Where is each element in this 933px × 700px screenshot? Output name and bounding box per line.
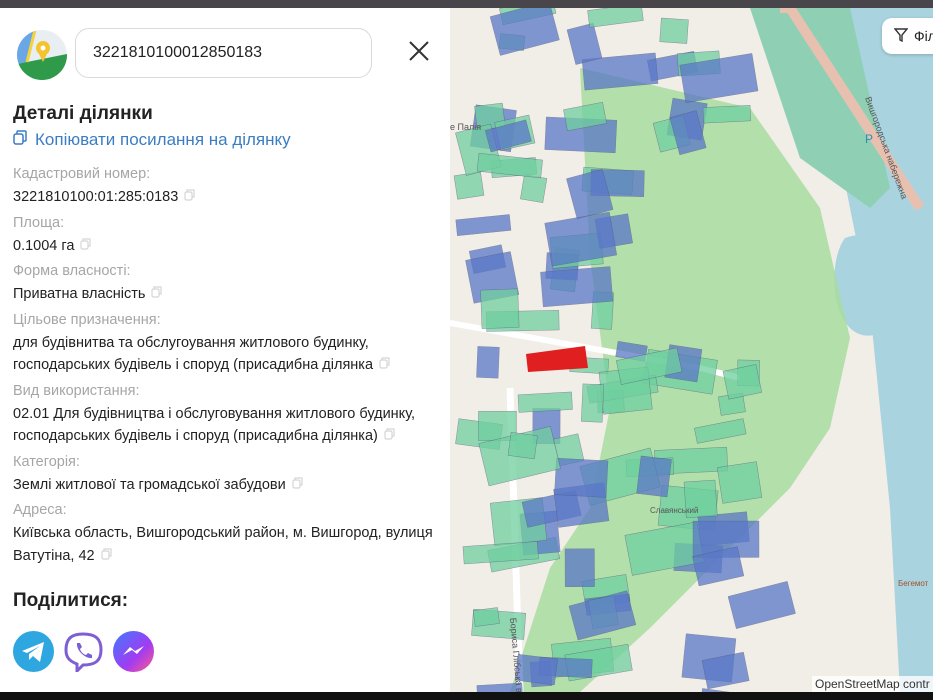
copy-link-label: Копіювати посилання на ділянку: [35, 130, 291, 149]
window-bottom-bar: [0, 692, 933, 700]
land-parcel[interactable]: [566, 22, 603, 65]
window-top-bar: [0, 0, 933, 8]
telegram-icon[interactable]: [13, 631, 54, 672]
poi-label: Бегемот: [898, 579, 929, 588]
land-parcel[interactable]: [520, 174, 548, 203]
parking-label: P: [865, 132, 873, 146]
field-value-text: 0.1004 га: [13, 237, 75, 254]
selected-parcel: [526, 346, 588, 372]
app-logo: [17, 30, 67, 80]
land-parcel[interactable]: [489, 8, 560, 56]
copy-icon[interactable]: [100, 545, 113, 560]
land-parcel[interactable]: [507, 432, 538, 460]
field-label: Форма власності:: [13, 263, 131, 279]
land-parcel[interactable]: [702, 105, 752, 124]
land-parcel[interactable]: [540, 266, 614, 308]
map-attribution[interactable]: OpenStreetMap contr: [812, 676, 933, 692]
field-value-text: 02.01 Для будівництва і обслуговування ж…: [13, 405, 416, 445]
land-parcel[interactable]: [453, 171, 485, 200]
viber-icon[interactable]: [63, 631, 104, 675]
field-value-text: Землі житлової та громадської забудови: [13, 476, 286, 493]
land-parcel[interactable]: [480, 288, 520, 329]
filter-icon: [893, 27, 909, 45]
field-value: Землі житлової та громадської забудови: [13, 474, 433, 497]
copy-icon[interactable]: [184, 186, 196, 201]
messenger-icon[interactable]: [113, 631, 154, 672]
copy-icon[interactable]: [292, 474, 304, 489]
close-icon[interactable]: [406, 38, 432, 64]
land-parcel[interactable]: [476, 152, 543, 179]
field-value: 02.01 Для будівництва і обслуговування ж…: [13, 403, 433, 448]
field-label: Кадастровий номер:: [13, 166, 151, 182]
land-parcel[interactable]: [659, 17, 689, 44]
land-parcel[interactable]: [472, 607, 500, 627]
copy-icon[interactable]: [151, 283, 163, 298]
details-panel: 3221810100012850183 Деталі ділянки Копію…: [0, 8, 450, 692]
copy-icon[interactable]: [80, 235, 92, 250]
field-value: для будівнитва та обслугоування житловог…: [13, 332, 433, 377]
map-view[interactable]: Вишгородська набережна Бориса Глібська в…: [450, 8, 933, 692]
field-value-text: 3221810100:01:285:0183: [13, 189, 179, 205]
street-label: е Палія: [450, 122, 481, 132]
field-label: Категорія:: [13, 453, 80, 470]
land-parcel[interactable]: [587, 8, 644, 28]
land-parcel[interactable]: [581, 383, 605, 423]
poi-label: Славянський: [650, 506, 698, 515]
filter-button[interactable]: Філ: [882, 18, 933, 54]
field-value-text: Київська область, Вишгородський район, м…: [13, 525, 433, 564]
land-parcel[interactable]: [455, 214, 512, 236]
copy-icon[interactable]: [384, 425, 396, 440]
land-parcel[interactable]: [636, 455, 672, 498]
field-label: Вид використання:: [13, 382, 140, 399]
copy-icon: [13, 130, 27, 150]
land-parcel[interactable]: [727, 581, 796, 629]
field-value-text: для будівнитва та обслугоування житловог…: [13, 334, 374, 374]
field-value-text: Приватна власність: [13, 286, 146, 302]
field-value: Київська область, Вишгородський район, м…: [13, 522, 433, 567]
filter-label: Філ: [914, 28, 933, 44]
land-parcel[interactable]: [716, 461, 763, 504]
field-value: 3221810100:01:285:0183: [13, 186, 433, 209]
copy-link-button[interactable]: Копіювати посилання на ділянку: [13, 130, 291, 150]
field-value: 0.1004 га: [13, 235, 433, 258]
share-title: Поділитися:: [13, 590, 129, 611]
copy-icon[interactable]: [379, 354, 391, 369]
details-title: Деталі ділянки: [13, 103, 153, 124]
land-parcel[interactable]: [554, 457, 609, 498]
field-label: Площа:: [13, 214, 65, 231]
land-parcel[interactable]: [517, 391, 573, 413]
field-label: Адреса:: [13, 502, 67, 518]
field-value: Приватна власність: [13, 283, 433, 306]
land-parcel[interactable]: [476, 346, 500, 379]
land-parcel[interactable]: [564, 548, 595, 587]
field-label: Цільове призначення:: [13, 311, 161, 328]
search-input[interactable]: 3221810100012850183: [75, 28, 372, 78]
